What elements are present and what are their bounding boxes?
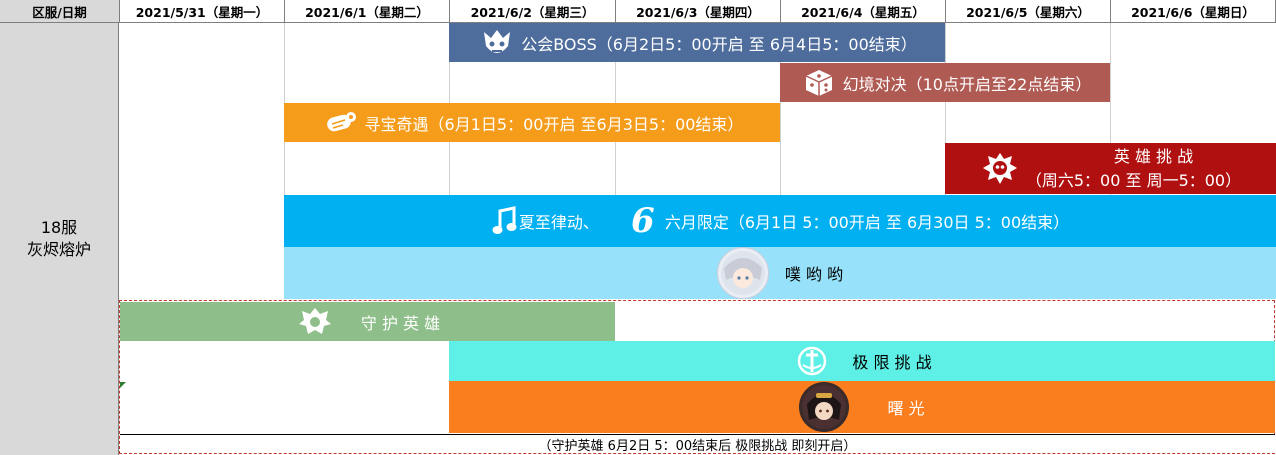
music-note-icon [491, 202, 519, 240]
footnote-row: （守护英雄 6月2日 5：00结束后 极限挑战 即刻开启） [120, 434, 1275, 454]
event-dawn[interactable]: 曙 光 [449, 381, 1275, 433]
cell-marker [120, 382, 126, 388]
summer-label-part1: 夏至律动、 [518, 213, 599, 232]
dawn-avatar [799, 382, 850, 432]
dice-icon [799, 64, 839, 102]
skull-crest-icon [980, 150, 1020, 188]
header-day-fri: 2021/6/4（星期五） [781, 0, 946, 23]
header-day-wed: 2021/6/2（星期三） [450, 0, 616, 23]
guard-hero-label: 守 护 英 雄 [360, 313, 441, 333]
treasure-label: 寻宝奇遇（6月1日5：00开启 至6月3日5：00结束） [364, 114, 744, 134]
header-day-tue: 2021/6/1（星期二） [285, 0, 450, 23]
header-corner: 区服/日期 [0, 0, 120, 23]
dawn-label: 曙 光 [887, 399, 925, 418]
summer-label-part2: 六月限定（6月1日 5：00开启 至 6月30日 5：00结束） [664, 213, 1070, 232]
duel-label: 幻境对决（10点开启至22点结束） [842, 74, 1092, 94]
server-cell: 18服 灰烬熔炉 [0, 23, 119, 455]
guild-boss-label: 公会BOSS（6月2日5：00开启 至 6月4日5：00结束） [521, 34, 917, 54]
server-name: 灰烬熔炉 [26, 240, 91, 259]
footnote-text: （守护英雄 6月2日 5：00结束后 极限挑战 即刻开启） [538, 438, 857, 454]
event-guard-hero[interactable]: 守 护 英 雄 [120, 302, 615, 341]
event-pupu[interactable]: 噗 哟 哟 [284, 247, 1276, 299]
shield-crest-icon [295, 303, 335, 341]
demon-mask-icon [477, 24, 517, 62]
june-badge-number: 6 [631, 201, 655, 241]
header-day-sun: 2021/6/6（星期日） [1111, 0, 1276, 23]
pupu-label: 噗 哟 哟 [784, 265, 844, 284]
server-id: 18服 [40, 218, 78, 237]
header-day-thu: 2021/6/3（星期四） [616, 0, 781, 23]
extreme-label: 极 限 挑 战 [852, 353, 932, 372]
crossed-swords-icon [792, 342, 832, 380]
event-summer[interactable]: 夏至律动、 6 六月限定（6月1日 5：00开启 至 6月30日 5：00结束） [284, 195, 1276, 247]
event-hero-challenge[interactable]: 英 雄 挑 战 （周六5：00 至 周一5：00） [945, 143, 1276, 194]
header-day-mon: 2021/5/31（星期一） [120, 0, 285, 23]
hero-challenge-title: 英 雄 挑 战 [1113, 146, 1194, 166]
event-duel[interactable]: 幻境对决（10点开启至22点结束） [780, 63, 1110, 102]
event-extreme[interactable]: 极 限 挑 战 [449, 341, 1275, 381]
scroll-icon [321, 104, 361, 142]
june-badge-icon: 6 [621, 198, 665, 244]
hero-challenge-subtitle: （周六5：00 至 周一5：00） [1025, 170, 1242, 190]
event-treasure[interactable]: 寻宝奇遇（6月1日5：00开启 至6月3日5：00结束） [284, 103, 780, 142]
event-guild-boss[interactable]: 公会BOSS（6月2日5：00开启 至 6月4日5：00结束） [449, 23, 945, 62]
pupu-avatar [716, 247, 769, 299]
header-day-sat: 2021/6/5（星期六） [946, 0, 1111, 23]
